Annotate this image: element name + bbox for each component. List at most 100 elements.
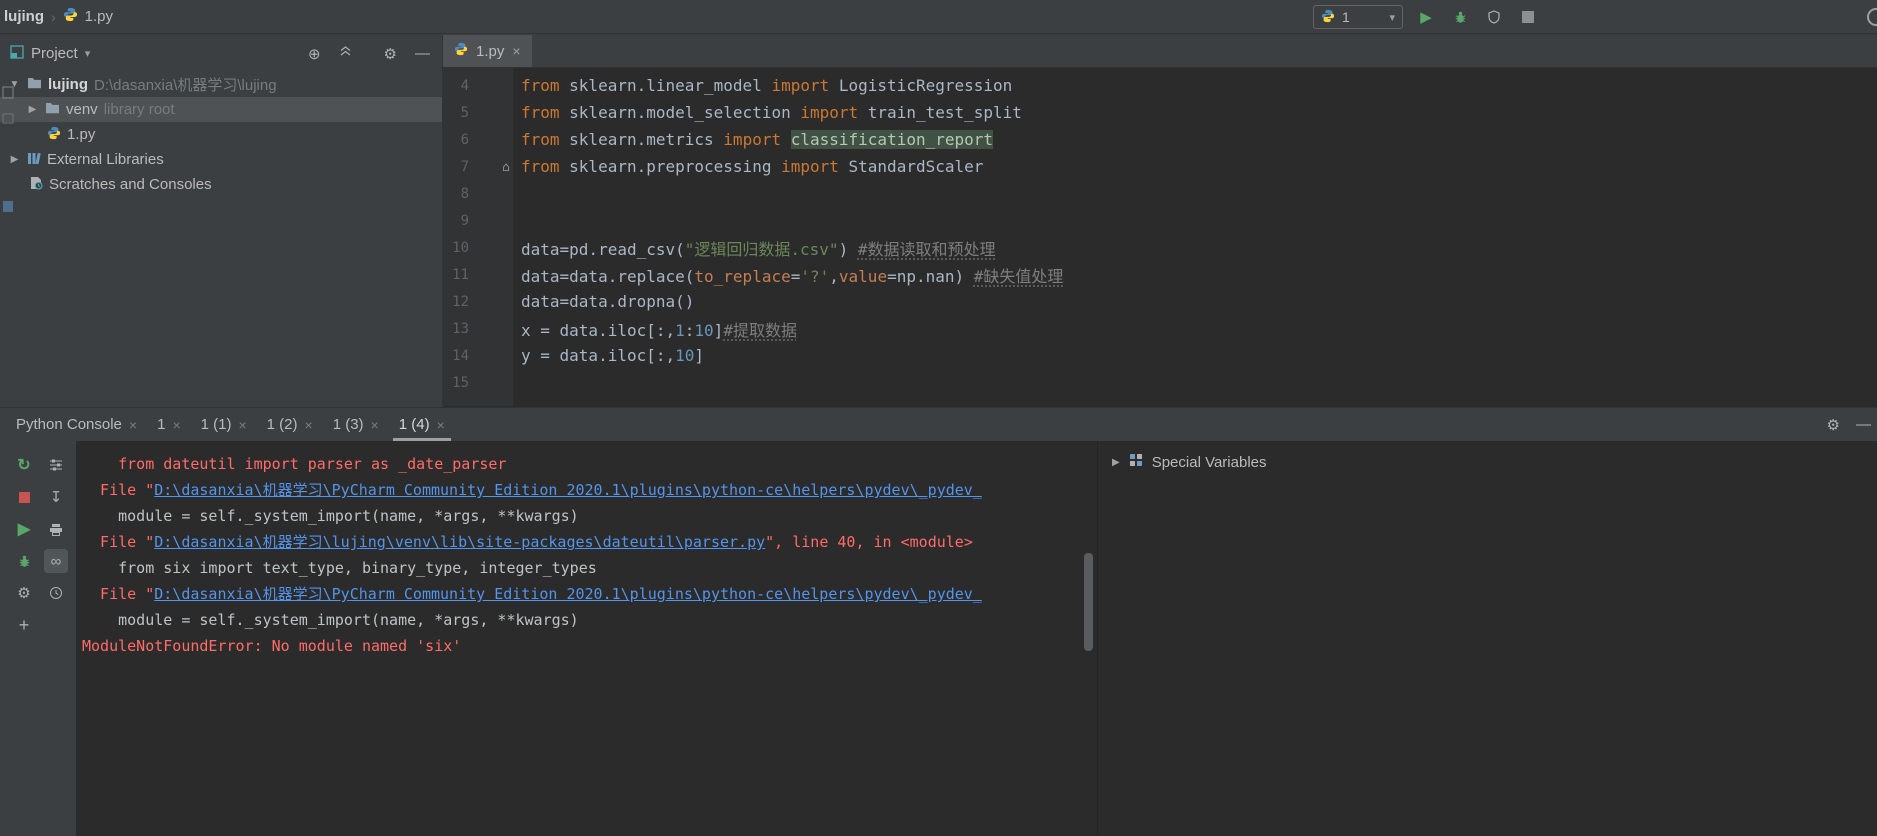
console-tab[interactable]: 1 × — [147, 408, 191, 441]
editor-line[interactable]: 14 y = data.iloc[:,10] — [443, 342, 1877, 369]
hide-panel-icon[interactable]: ― — [415, 45, 430, 62]
run-button[interactable]: ▶ — [12, 517, 36, 541]
history-icon[interactable] — [44, 581, 68, 605]
code-segment: y = data.iloc[:, — [521, 346, 676, 365]
stack-trace-link[interactable]: D:\dasanxia\机器学习\PyCharm Community Editi… — [154, 481, 982, 499]
coverage-button[interactable] — [1483, 6, 1505, 28]
editor-line[interactable]: 10 data=pd.read_csv("逻辑回归数据.csv") #数据读取和预… — [443, 234, 1877, 261]
breadcrumb-file[interactable]: 1.py — [85, 8, 113, 25]
console-scrollbar[interactable] — [1084, 553, 1093, 651]
python-console-tool-window: Python Console × 1 × 1 (1) × 1 (2) × 1 (3) × 1 (4)… — [0, 407, 1877, 836]
hide-panel-icon[interactable]: ― — [1856, 416, 1871, 433]
console-tab[interactable]: 1 (1) × — [191, 408, 257, 441]
console-text: ModuleNotFoundError: No module named 'si… — [82, 637, 462, 655]
editor-line[interactable]: 11 data=data.replace(to_replace='?',value… — [443, 261, 1877, 288]
code-text[interactable]: from sklearn.model_selection import trai… — [513, 103, 1022, 122]
code-segment: = — [790, 266, 801, 286]
fold-marker-icon[interactable]: ⌂ — [502, 160, 510, 175]
soft-wrap-icon[interactable]: ∞ — [44, 549, 68, 573]
tool-stripe-icon[interactable] — [2, 200, 14, 213]
code-segment: data=data.replace( — [521, 266, 695, 286]
editor-body[interactable]: 4 from sklearn.linear_model import Logist… — [443, 68, 1877, 406]
console-tab[interactable]: 1 (3) × — [323, 408, 389, 441]
tool-stripe-icon[interactable] — [2, 86, 14, 99]
chevron-right-icon[interactable]: ▶ — [8, 154, 21, 165]
project-tool-window: Project ▾ ⊕ ⚙ ― ▼ lujing D:\dasanxia\机器学… — [0, 35, 443, 407]
editor-line[interactable]: 4 from sklearn.linear_model import Logist… — [443, 72, 1877, 99]
tree-item-scratches[interactable]: Scratches and Consoles — [0, 172, 442, 197]
special-variables-header[interactable]: ▶ Special Variables — [1112, 453, 1877, 471]
debug-button[interactable] — [1449, 6, 1471, 28]
code-segment: , — [829, 266, 839, 286]
chevron-right-icon[interactable]: ▶ — [26, 104, 39, 115]
editor-line[interactable]: 15 — [443, 369, 1877, 396]
chevron-right-icon[interactable]: ▶ — [1112, 457, 1120, 468]
code-segment: '?' — [800, 266, 830, 286]
stack-trace-link[interactable]: D:\dasanxia\机器学习\PyCharm Community Editi… — [154, 585, 982, 603]
breadcrumb-project[interactable]: lujing — [4, 8, 44, 25]
code-text[interactable]: data=pd.read_csv("逻辑回归数据.csv") #数据读取和预处理 — [513, 236, 995, 260]
code-segment: from — [521, 157, 560, 176]
close-tab-icon[interactable]: × — [238, 417, 246, 433]
stop-button[interactable] — [12, 485, 36, 509]
close-tab-icon[interactable]: × — [172, 417, 180, 433]
editor-line[interactable]: 7 ⌂ from sklearn.preprocessing import Stan… — [443, 153, 1877, 180]
code-text[interactable]: from sklearn.metrics import classificati… — [513, 130, 994, 149]
tree-item-venv[interactable]: ▶ venv library root — [0, 97, 442, 122]
console-output[interactable]: from dateutil import parser as _date_par… — [76, 441, 1097, 836]
settings-filter-icon[interactable] — [44, 453, 68, 477]
editor-line[interactable]: 6 from sklearn.metrics import classificat… — [443, 126, 1877, 153]
code-text[interactable]: data=data.dropna() — [513, 292, 694, 311]
close-tab-icon[interactable]: × — [305, 417, 313, 433]
locate-file-icon[interactable]: ⊕ — [308, 45, 321, 63]
editor-line[interactable]: 8 — [443, 180, 1877, 207]
close-tab-icon[interactable]: × — [512, 43, 520, 59]
run-button[interactable]: ▶ — [1415, 6, 1437, 28]
run-configuration-name: 1 — [1342, 9, 1350, 25]
editor-line[interactable]: 12 data=data.dropna() — [443, 288, 1877, 315]
console-tab[interactable]: 1 (4) × — [389, 408, 455, 441]
console-tab[interactable]: Python Console × — [6, 408, 147, 441]
print-icon[interactable] — [44, 517, 68, 541]
tree-item-external-libraries[interactable]: ▶ External Libraries — [0, 147, 442, 172]
close-tab-icon[interactable]: × — [129, 417, 137, 433]
chevron-down-icon[interactable]: ▾ — [85, 47, 91, 60]
stack-trace-link[interactable]: D:\dasanxia\机器学习\lujing\venv\lib\site-pa… — [154, 533, 765, 551]
code-text[interactable]: y = data.iloc[:,10] — [513, 346, 704, 365]
tree-item-project-root[interactable]: ▼ lujing D:\dasanxia\机器学习\lujing — [0, 72, 442, 97]
editor-scrollbar[interactable] — [1867, 68, 1877, 406]
debug-button[interactable] — [12, 549, 36, 573]
code-segment: train_test_split — [858, 103, 1022, 122]
editor-tab[interactable]: 1.py × — [443, 35, 532, 67]
console-tab[interactable]: 1 (2) × — [257, 408, 323, 441]
code-segment: from — [521, 103, 560, 122]
gear-icon[interactable]: ⚙ — [12, 581, 36, 605]
collapse-all-icon[interactable] — [339, 45, 352, 62]
project-panel-title[interactable]: Project — [31, 45, 78, 62]
editor-line[interactable]: 13 x = data.iloc[:,1:10]#提取数据 — [443, 315, 1877, 342]
add-console-button[interactable]: + — [12, 613, 36, 637]
tree-item-file[interactable]: 1.py — [0, 122, 442, 147]
python-file-icon — [63, 7, 78, 26]
tool-stripe-icon[interactable] — [2, 112, 14, 125]
scroll-to-end-icon[interactable]: ↧ — [44, 485, 68, 509]
editor-line[interactable]: 9 — [443, 207, 1877, 234]
line-number: 13 — [452, 320, 469, 337]
stop-button[interactable] — [1517, 6, 1539, 28]
gear-icon[interactable]: ⚙ — [384, 45, 397, 63]
console-line: from dateutil import parser as _date_par… — [82, 451, 1097, 477]
code-text[interactable]: data=data.replace(to_replace='?',value=n… — [513, 263, 1063, 287]
code-text[interactable]: from sklearn.preprocessing import Standa… — [513, 157, 983, 176]
run-configuration-select[interactable]: 1 ▾ — [1313, 5, 1403, 29]
close-tab-icon[interactable]: × — [437, 417, 445, 433]
editor-line[interactable]: 5 from sklearn.model_selection import tra… — [443, 99, 1877, 126]
breadcrumb: lujing › 1.py — [4, 7, 113, 26]
gear-icon[interactable]: ⚙ — [1827, 416, 1840, 434]
close-tab-icon[interactable]: × — [371, 417, 379, 433]
code-text[interactable]: from sklearn.linear_model import Logisti… — [513, 76, 1012, 95]
code-text[interactable]: x = data.iloc[:,1:10]#提取数据 — [513, 317, 797, 341]
search-everywhere-icon[interactable] — [1867, 8, 1877, 26]
code-segment: import — [771, 76, 830, 95]
rerun-button[interactable]: ↻ — [12, 453, 36, 477]
